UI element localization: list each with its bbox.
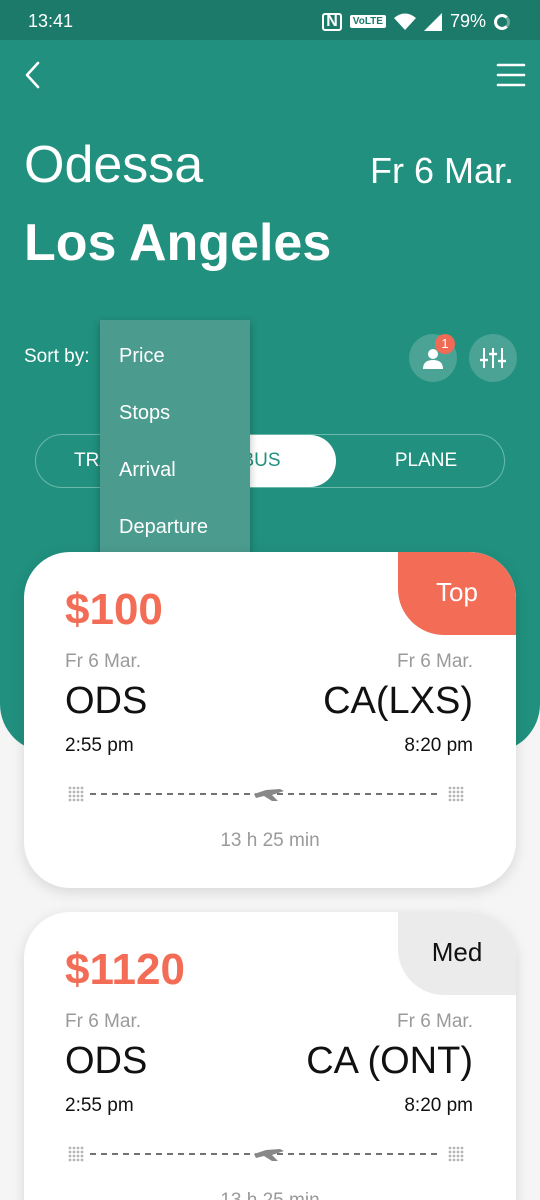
origin-dot-icon — [68, 1146, 84, 1162]
travel-date[interactable]: Fr 6 Mar. — [370, 150, 514, 192]
wifi-icon — [393, 13, 416, 30]
departure-time: 2:55 pm — [65, 1095, 134, 1116]
top-tag-badge: Top — [398, 552, 516, 635]
origin-dot-icon — [68, 786, 84, 802]
volte-icon: VoLTE — [349, 15, 386, 28]
arrival-time: 8:20 pm — [404, 735, 473, 756]
from-code: ODS — [65, 680, 148, 722]
departure-date: Fr 6 Mar. — [65, 1011, 142, 1032]
status-time: 13:41 — [28, 11, 74, 31]
hamburger-menu-icon — [496, 63, 526, 87]
trip-price: $100 — [65, 585, 163, 634]
departure-date: Fr 6 Mar. — [65, 651, 142, 672]
departure-time: 2:55 pm — [65, 735, 134, 756]
sort-option-stops[interactable]: Stops — [119, 402, 170, 425]
arrival-date: Fr 6 Mar. — [396, 1011, 473, 1032]
sliders-icon — [480, 348, 506, 368]
passenger-button[interactable]: 1 — [409, 334, 457, 382]
filter-button[interactable] — [469, 334, 517, 382]
sort-label: Sort by: — [24, 346, 90, 367]
destination-city: Los Angeles — [24, 214, 332, 272]
from-code: ODS — [65, 1040, 148, 1082]
back-button[interactable] — [20, 60, 48, 90]
med-tag-badge: Med — [398, 912, 516, 995]
sort-option-price[interactable]: Price — [119, 345, 165, 368]
status-bar: 13:41 N VoLTE 79% — [0, 0, 540, 40]
trip-duration: 13 h 25 min — [220, 830, 320, 851]
origin-city: Odessa — [24, 136, 204, 194]
chevron-left-icon — [25, 61, 40, 89]
signal-icon — [423, 12, 442, 31]
status-icons: N VoLTE 79% — [322, 11, 510, 32]
passenger-count-badge: 1 — [435, 334, 455, 354]
sort-option-arrival[interactable]: Arrival — [119, 459, 176, 482]
to-code: CA(LXS) — [323, 680, 473, 722]
destination-dot-icon — [448, 786, 464, 802]
to-code: CA (ONT) — [306, 1040, 473, 1082]
trip-duration: 13 h 25 min — [24, 1190, 516, 1200]
route-line — [68, 1146, 464, 1162]
arrival-date: Fr 6 Mar. — [396, 651, 473, 672]
sort-option-departure[interactable]: Departure — [119, 516, 208, 539]
arrival-time: 8:20 pm — [404, 1095, 473, 1116]
battery-level: 79% — [449, 11, 486, 31]
trip-card[interactable]: Top $100 Fr 6 Mar. Fr 6 Mar. ODS CA(LXS)… — [24, 552, 516, 888]
destination-dot-icon — [448, 1146, 464, 1162]
sort-dropdown-menu: Price Stops Arrival Departure — [100, 320, 250, 567]
airplane-icon — [254, 1149, 284, 1161]
trip-card[interactable]: Med $1120 Fr 6 Mar. Fr 6 Mar. ODS CA (ON… — [24, 912, 516, 1200]
airplane-icon — [254, 789, 284, 801]
battery-icon — [494, 13, 510, 30]
route-line — [68, 786, 464, 802]
trip-price: $1120 — [65, 945, 185, 994]
nfc-icon: N — [322, 12, 342, 31]
tab-plane[interactable]: PLANE — [346, 435, 506, 487]
menu-button[interactable] — [496, 60, 526, 90]
